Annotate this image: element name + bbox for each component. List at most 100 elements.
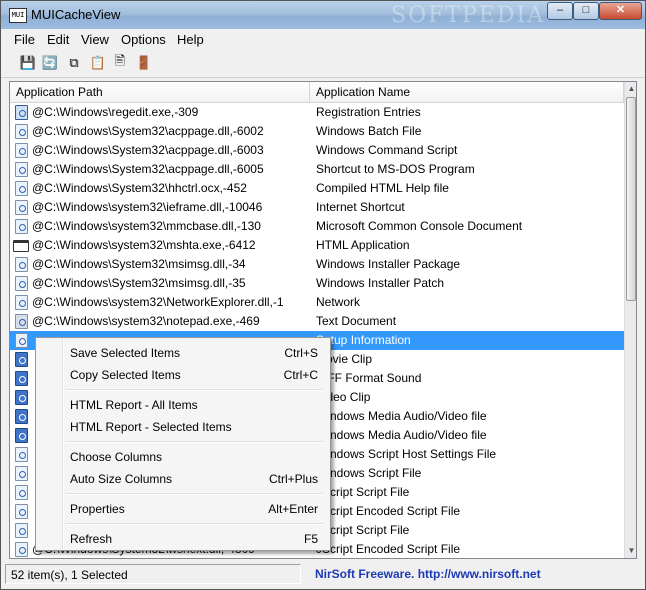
- menu-options[interactable]: Options: [121, 32, 166, 47]
- cell-application-name: Shortcut to MS-DOS Program: [316, 162, 475, 176]
- cell-application-path: @C:\Windows\system32\notepad.exe,-469: [32, 314, 260, 328]
- cell-application-name: Windows Media Audio/Video file: [316, 428, 487, 442]
- menu-html-report-selected[interactable]: HTML Report - Selected Items: [38, 416, 328, 438]
- title-bar[interactable]: MUI MUICacheView SOFTPEDIA – □ ✕: [1, 1, 645, 29]
- cell-application-path: @C:\Windows\System32\acppage.dll,-6002: [32, 124, 264, 138]
- file-type-icon: [15, 542, 28, 557]
- table-row[interactable]: @C:\Windows\System32\hhctrl.ocx,-452 Comp…: [10, 179, 624, 198]
- file-type-icon: [15, 523, 28, 538]
- menu-save-selected[interactable]: Save Selected Items Ctrl+S: [38, 342, 328, 364]
- menu-item-label: Choose Columns: [70, 450, 163, 464]
- menu-item-shortcut: F5: [303, 532, 318, 546]
- cell-application-name: JScript Encoded Script File: [316, 542, 461, 556]
- cell-application-name: Internet Shortcut: [316, 200, 405, 214]
- minimize-button[interactable]: –: [547, 2, 573, 20]
- menu-properties[interactable]: Properties Alt+Enter: [38, 498, 328, 520]
- file-type-icon: [13, 240, 29, 252]
- window-title: MUICacheView: [31, 7, 121, 22]
- table-row[interactable]: @C:\Windows\regedit.exe,-309 Registration…: [10, 103, 624, 122]
- exit-icon[interactable]: 🚪: [135, 54, 153, 72]
- menu-html-report-all[interactable]: HTML Report - All Items: [38, 394, 328, 416]
- menu-view[interactable]: View: [81, 32, 109, 47]
- cell-application-name: Windows Media Audio/Video file: [316, 409, 487, 423]
- cell-application-name: Windows Batch File: [316, 124, 422, 138]
- cell-application-path: @C:\Windows\system32\mmcbase.dll,-130: [32, 219, 261, 233]
- table-row[interactable]: @C:\Windows\system32\mshta.exe,-6412 HTML…: [10, 236, 624, 255]
- menu-separator: [66, 523, 324, 525]
- cell-application-name: Text Document: [316, 314, 397, 328]
- scroll-up-arrow-icon[interactable]: ▲: [625, 82, 636, 96]
- file-type-icon: [15, 371, 28, 386]
- cell-application-name: JScript Encoded Script File: [316, 504, 461, 518]
- file-type-icon: [15, 181, 28, 196]
- file-type-icon: [15, 485, 28, 500]
- cell-application-name: Windows Script Host Settings File: [316, 447, 497, 461]
- html-report-icon[interactable]: 🖹: [111, 53, 129, 72]
- scroll-thumb[interactable]: [626, 97, 636, 301]
- cell-application-path: @C:\Windows\System32\hhctrl.ocx,-452: [32, 181, 247, 195]
- table-row[interactable]: @C:\Windows\System32\acppage.dll,-6002 Wi…: [10, 122, 624, 141]
- cell-application-name: Windows Command Script: [316, 143, 458, 157]
- cell-application-name: Compiled HTML Help file: [316, 181, 449, 195]
- menu-separator: [66, 441, 324, 443]
- table-row[interactable]: @C:\Windows\system32\ieframe.dll,-10046 I…: [10, 198, 624, 217]
- cell-application-name: Windows Script File: [316, 466, 422, 480]
- table-row[interactable]: @C:\Windows\System32\acppage.dll,-6003 Wi…: [10, 141, 624, 160]
- menu-choose-columns[interactable]: Choose Columns: [38, 446, 328, 468]
- file-type-icon: [15, 447, 28, 462]
- file-type-icon: [15, 276, 28, 291]
- table-row[interactable]: @C:\Windows\System32\msimsg.dll,-34 Windo…: [10, 255, 624, 274]
- table-row[interactable]: @C:\Windows\System32\msimsg.dll,-35 Windo…: [10, 274, 624, 293]
- menu-copy-selected[interactable]: Copy Selected Items Ctrl+C: [38, 364, 328, 386]
- menu-auto-size-columns[interactable]: Auto Size Columns Ctrl+Plus: [38, 468, 328, 490]
- file-type-icon: [15, 200, 28, 215]
- toolbar: 💾 🔄 ⧉ 📋 🖹 🚪: [1, 49, 645, 78]
- properties-icon[interactable]: 📋: [89, 54, 107, 72]
- column-header-application-name[interactable]: Application Name: [310, 82, 624, 102]
- table-row[interactable]: @C:\Windows\System32\acppage.dll,-6005 Sh…: [10, 160, 624, 179]
- menu-separator: [66, 493, 324, 495]
- cell-application-name: Network: [316, 295, 361, 309]
- menu-item-label: Save Selected Items: [70, 346, 181, 360]
- list-header: Application Path Application Name: [10, 82, 624, 103]
- file-type-icon: [15, 219, 28, 234]
- menu-bar: File Edit View Options Help: [1, 29, 645, 49]
- menu-file[interactable]: File: [14, 32, 35, 47]
- context-menu: Save Selected Items Ctrl+S Copy Selected I…: [35, 337, 331, 551]
- file-type-icon: [15, 257, 28, 272]
- scroll-down-arrow-icon[interactable]: ▼: [625, 544, 636, 558]
- table-row[interactable]: @C:\Windows\system32\NetworkExplorer.dll…: [10, 293, 624, 312]
- file-type-icon: [15, 143, 28, 158]
- menu-separator: [66, 389, 324, 391]
- cell-application-name: Microsoft Common Console Document: [316, 219, 523, 233]
- refresh-icon[interactable]: 🔄: [41, 54, 59, 72]
- cell-application-name: Windows Installer Patch: [316, 276, 445, 290]
- file-type-icon: [15, 352, 28, 367]
- vertical-scrollbar[interactable]: ▲ ▼: [624, 82, 636, 558]
- column-header-application-path[interactable]: Application Path: [10, 82, 310, 102]
- file-type-icon: [15, 295, 28, 310]
- copy-icon[interactable]: ⧉: [65, 54, 83, 72]
- menu-refresh[interactable]: Refresh F5: [38, 528, 328, 550]
- cell-application-path: @C:\Windows\System32\msimsg.dll,-34: [32, 257, 246, 271]
- status-credit-link[interactable]: NirSoft Freeware. http://www.nirsoft.net: [305, 564, 637, 584]
- menu-edit[interactable]: Edit: [47, 32, 69, 47]
- close-button[interactable]: ✕: [599, 2, 642, 20]
- file-type-icon: [15, 162, 28, 177]
- menu-item-label: HTML Report - Selected Items: [70, 420, 232, 434]
- cell-application-path: @C:\Windows\System32\acppage.dll,-6003: [32, 143, 264, 157]
- menu-help[interactable]: Help: [177, 32, 204, 47]
- file-type-icon: [15, 466, 28, 481]
- file-type-icon: [15, 409, 28, 424]
- table-row[interactable]: @C:\Windows\system32\notepad.exe,-469 Tex…: [10, 312, 624, 331]
- app-icon: MUI: [9, 8, 27, 23]
- save-icon[interactable]: 💾: [19, 54, 37, 72]
- watermark-text: SOFTPEDIA: [391, 3, 546, 28]
- cell-application-name: Registration Entries: [316, 105, 421, 119]
- menu-item-label: Properties: [70, 502, 125, 516]
- file-type-icon: [15, 333, 28, 348]
- maximize-button[interactable]: □: [573, 2, 599, 20]
- cell-application-path: @C:\Windows\system32\mshta.exe,-6412: [32, 238, 256, 252]
- file-type-icon: [15, 504, 28, 519]
- table-row[interactable]: @C:\Windows\system32\mmcbase.dll,-130 Mic…: [10, 217, 624, 236]
